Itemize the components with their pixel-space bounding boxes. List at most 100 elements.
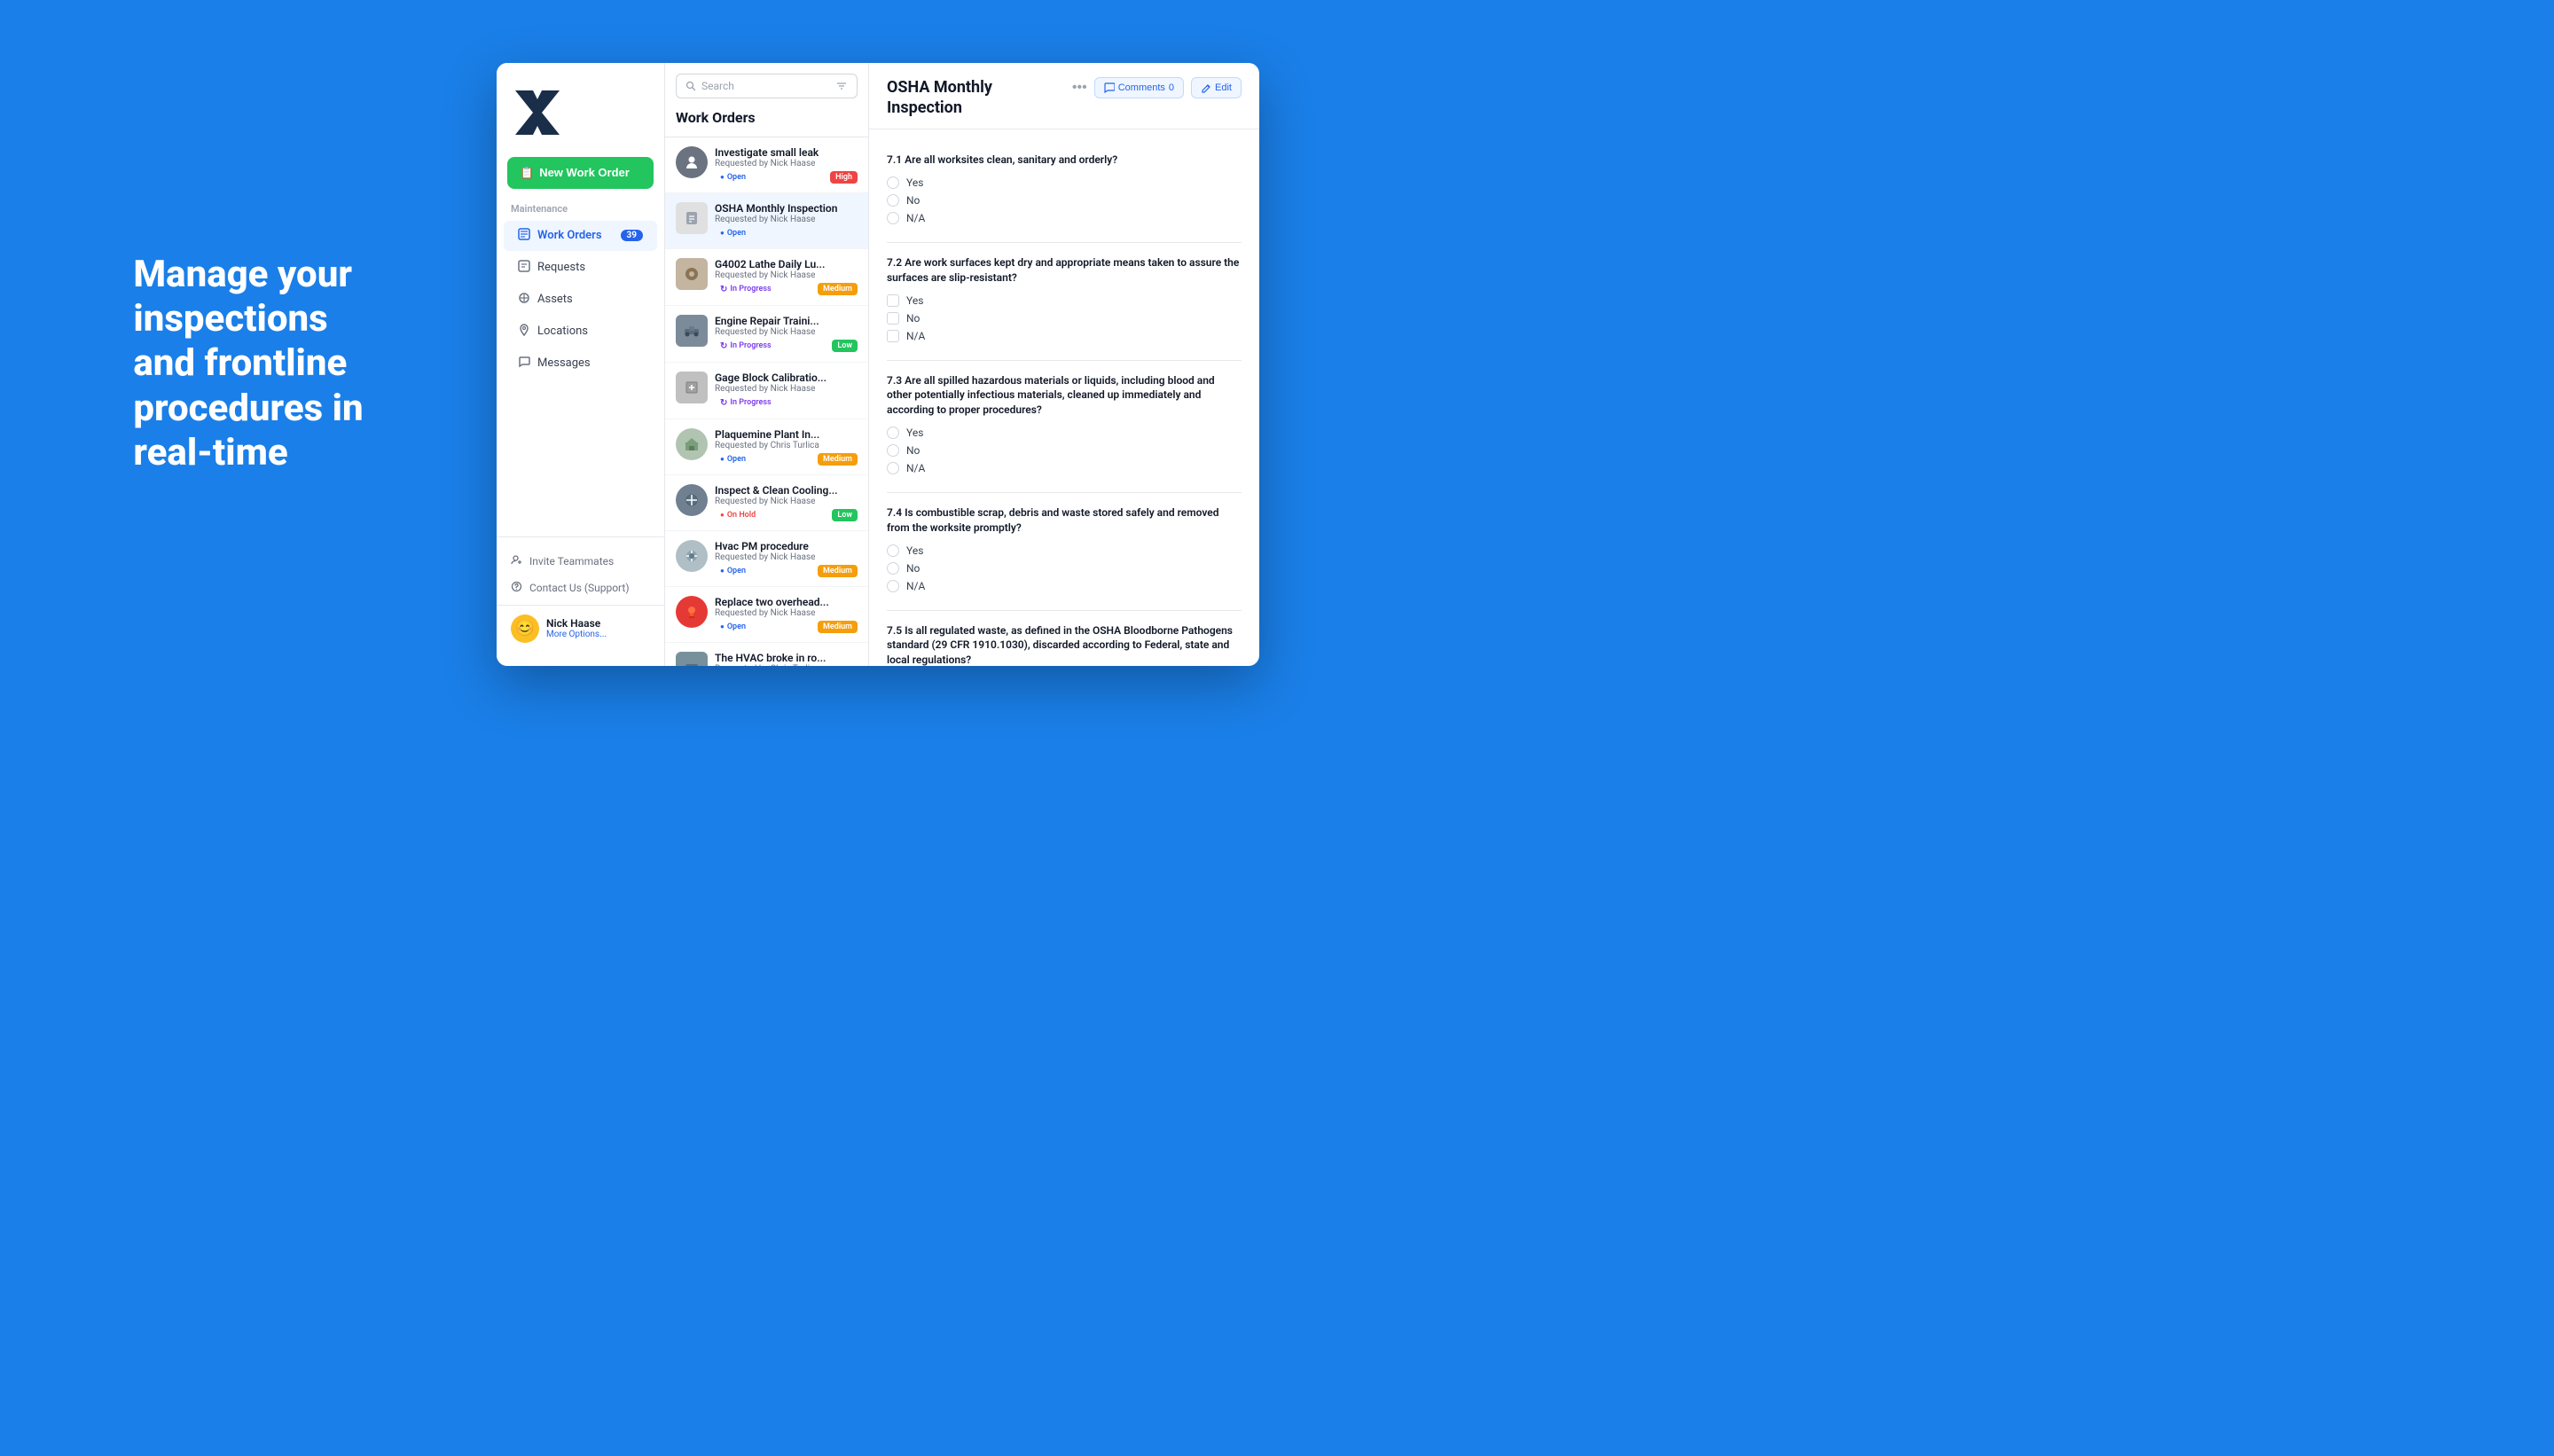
radio-circle[interactable] xyxy=(887,580,899,592)
wo-name: OSHA Monthly Inspection xyxy=(715,202,858,215)
hero-line2: inspections xyxy=(133,297,327,341)
work-order-item[interactable]: Investigate small leak Requested by Nick… xyxy=(665,137,868,193)
option-label: Yes xyxy=(906,427,923,439)
user-name: Nick Haase xyxy=(546,617,650,630)
radio-circle[interactable] xyxy=(887,212,899,224)
sidebar-item-requests[interactable]: Requests xyxy=(504,253,657,283)
radio-circle[interactable] xyxy=(887,462,899,474)
new-work-order-button[interactable]: 📋 New Work Order xyxy=(507,157,654,189)
priority-badge: Medium xyxy=(818,453,858,466)
sidebar-item-locations[interactable]: Locations xyxy=(504,317,657,347)
radio-option-na[interactable]: N/A xyxy=(887,580,1242,592)
radio-circle[interactable] xyxy=(887,544,899,557)
user-area[interactable]: 😊 Nick Haase More Options... xyxy=(497,605,664,652)
status-badge: Open xyxy=(715,227,751,239)
checkbox-option-no[interactable]: No xyxy=(887,312,1242,325)
wo-name: Investigate small leak xyxy=(715,146,858,159)
question-text: 7.4 Is combustible scrap, debris and was… xyxy=(887,505,1242,536)
sidebar-item-work-orders-label: Work Orders xyxy=(537,229,602,242)
wo-meta: In Progress Medium xyxy=(715,283,858,296)
work-order-item[interactable]: Gage Block Calibratio... Requested by Ni… xyxy=(665,363,868,419)
option-label: No xyxy=(906,194,920,207)
status-badge: In Progress xyxy=(715,283,777,296)
filter-icon[interactable] xyxy=(835,80,848,92)
work-order-item[interactable]: Engine Repair Traini... Requested by Nic… xyxy=(665,306,868,363)
radio-circle[interactable] xyxy=(887,176,899,189)
wo-name: Gage Block Calibratio... xyxy=(715,372,858,384)
invite-teammates-label: Invite Teammates xyxy=(529,555,614,568)
locations-icon xyxy=(518,324,530,340)
logo-area xyxy=(497,77,664,157)
wo-thumb xyxy=(676,652,708,666)
messages-icon xyxy=(518,356,530,372)
wo-name: The HVAC broke in ro... xyxy=(715,652,858,664)
nav-section-label: Maintenance xyxy=(497,203,664,220)
radio-circle[interactable] xyxy=(887,194,899,207)
radio-option-na[interactable]: N/A xyxy=(887,462,1242,474)
radio-option-no[interactable]: No xyxy=(887,562,1242,575)
radio-option-no[interactable]: No xyxy=(887,194,1242,207)
status-badge: On Hold xyxy=(715,509,761,521)
wo-meta: Open Medium xyxy=(715,453,858,466)
wo-meta: In Progress xyxy=(715,396,858,410)
checkbox[interactable] xyxy=(887,294,899,307)
work-order-item[interactable]: The HVAC broke in ro... Requested by Chr… xyxy=(665,643,868,666)
edit-button[interactable]: Edit xyxy=(1191,77,1242,98)
checkbox-option-yes[interactable]: Yes xyxy=(887,294,1242,307)
assets-icon xyxy=(518,292,530,308)
comments-icon xyxy=(1104,82,1115,93)
checkbox[interactable] xyxy=(887,330,899,342)
wo-name: Replace two overhead... xyxy=(715,596,858,608)
hero-section: Manage your inspections and frontline pr… xyxy=(0,0,497,728)
checkbox[interactable] xyxy=(887,312,899,325)
radio-option-na[interactable]: N/A xyxy=(887,212,1242,224)
sidebar: 📋 New Work Order Maintenance Work Orders… xyxy=(497,63,665,666)
app-window: 📋 New Work Order Maintenance Work Orders… xyxy=(497,63,1259,666)
priority-badge: Medium xyxy=(818,621,858,633)
work-order-item[interactable]: G4002 Lathe Daily Lu... Requested by Nic… xyxy=(665,249,868,306)
user-sub: More Options... xyxy=(546,630,650,639)
radio-circle[interactable] xyxy=(887,444,899,457)
app-mockup-section: 📋 New Work Order Maintenance Work Orders… xyxy=(497,0,1277,728)
wo-meta: Open xyxy=(715,227,858,239)
sidebar-item-assets[interactable]: Assets xyxy=(504,285,657,315)
sidebar-item-work-orders[interactable]: Work Orders 39 xyxy=(504,221,657,251)
radio-circle[interactable] xyxy=(887,427,899,439)
radio-option-yes[interactable]: Yes xyxy=(887,176,1242,189)
comments-button[interactable]: Comments 0 xyxy=(1094,77,1184,98)
priority-badge: Medium xyxy=(818,283,858,295)
more-options-button[interactable]: ••• xyxy=(1072,80,1087,96)
work-order-item[interactable]: Hvac PM procedure Requested by Nick Haas… xyxy=(665,531,868,587)
checkbox-option-na[interactable]: N/A xyxy=(887,330,1242,342)
detail-panel: OSHA MonthlyInspection ••• Comments 0 xyxy=(869,63,1259,666)
radio-circle[interactable] xyxy=(887,562,899,575)
option-label: No xyxy=(906,562,920,575)
invite-teammates-button[interactable]: Invite Teammates xyxy=(497,548,664,575)
wo-requester: Requested by Nick Haase xyxy=(715,552,858,562)
search-bar[interactable]: Search xyxy=(676,74,858,98)
sidebar-item-assets-label: Assets xyxy=(537,293,573,306)
question-text: 7.3 Are all spilled hazardous materials … xyxy=(887,373,1242,418)
wo-thumb xyxy=(676,258,708,290)
radio-option-yes[interactable]: Yes xyxy=(887,427,1242,439)
work-order-item[interactable]: Inspect & Clean Cooling... Requested by … xyxy=(665,475,868,531)
wo-requester: Requested by Nick Haase xyxy=(715,215,858,224)
wo-thumb xyxy=(676,596,708,628)
question-text: 7.1 Are all worksites clean, sanitary an… xyxy=(887,153,1242,168)
work-order-item[interactable]: Replace two overhead... Requested by Nic… xyxy=(665,587,868,643)
wo-requester: Requested by Chris Turlica xyxy=(715,441,858,450)
option-label: N/A xyxy=(906,580,925,592)
wo-requester: Requested by Nick Haase xyxy=(715,327,858,337)
contact-support-button[interactable]: Contact Us (Support) xyxy=(497,575,664,601)
radio-option-no[interactable]: No xyxy=(887,444,1242,457)
option-label: N/A xyxy=(906,212,925,224)
option-label: Yes xyxy=(906,294,923,307)
sidebar-item-messages[interactable]: Messages xyxy=(504,348,657,379)
work-order-item[interactable]: OSHA Monthly Inspection Requested by Nic… xyxy=(665,193,868,249)
search-icon xyxy=(686,81,696,91)
radio-option-yes[interactable]: Yes xyxy=(887,544,1242,557)
user-emoji: 😊 xyxy=(515,619,535,638)
search-placeholder: Search xyxy=(701,80,734,92)
work-order-item[interactable]: Plaquemine Plant In... Requested by Chri… xyxy=(665,419,868,475)
wo-meta: Open High xyxy=(715,171,858,184)
